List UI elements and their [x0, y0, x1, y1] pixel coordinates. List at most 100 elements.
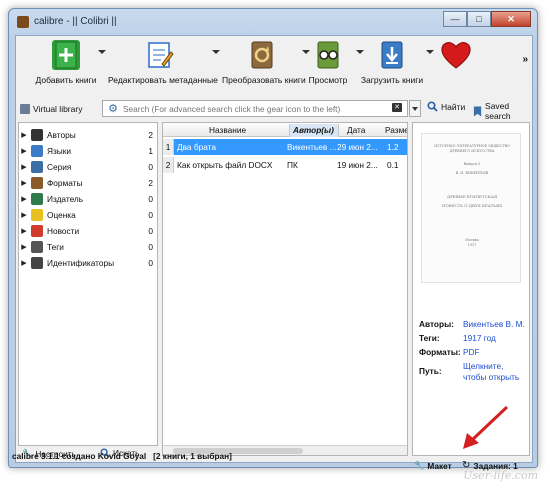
- main-client-area: Добавить книги Редактировать метаданные …: [15, 35, 533, 471]
- download-books-dropdown-arrow[interactable]: [426, 50, 434, 54]
- formats-icon: [31, 177, 43, 189]
- main-toolbar: Добавить книги Редактировать метаданные …: [16, 36, 532, 98]
- meta-authors-link[interactable]: Викентьев В. М.: [463, 319, 529, 329]
- calibre-window: calibre - || Colibri || — □ ✕ Добавить к…: [8, 8, 538, 471]
- status-bar: calibre 3.1.1 создано Kovid Goyal [2 кни…: [12, 451, 232, 461]
- tag-category-count: 0: [148, 162, 153, 172]
- cover-line: В. И. ВИКЕНТЬЕВ: [455, 171, 489, 175]
- download-books-label: Загрузить книги: [360, 75, 424, 85]
- add-books-dropdown-arrow[interactable]: [98, 50, 106, 54]
- tag-category-label: Издатель: [47, 194, 84, 204]
- convert-books-label: Преобразовать книги: [222, 75, 306, 85]
- title-bar[interactable]: calibre - || Colibri || — □ ✕: [9, 9, 537, 35]
- expand-arrow-icon[interactable]: ▶: [19, 195, 29, 203]
- find-button[interactable]: Найти: [427, 101, 465, 112]
- expand-arrow-icon[interactable]: ▶: [19, 163, 29, 171]
- add-book-icon: [52, 40, 80, 70]
- authors-icon: [31, 129, 43, 141]
- tag-category-1[interactable]: ▶ Языки 1: [19, 143, 157, 159]
- book-size-cell[interactable]: 1.2: [387, 142, 407, 152]
- tags-icon: [31, 241, 43, 253]
- tag-category-7[interactable]: ▶ Теги 0: [19, 239, 157, 255]
- tag-category-label: Идентификаторы: [47, 258, 115, 268]
- book-date-cell[interactable]: 19 июн 2...: [337, 160, 383, 170]
- tag-category-count: 0: [148, 258, 153, 268]
- view-button[interactable]: Просмотр: [306, 40, 350, 96]
- meta-tags: Теги: 1917 год: [419, 333, 529, 343]
- layout-button[interactable]: 🔧 Макет: [414, 460, 452, 471]
- minimize-button[interactable]: —: [443, 11, 467, 27]
- download-books-button[interactable]: Загрузить книги: [360, 40, 424, 96]
- search-history-dropdown[interactable]: [409, 100, 421, 117]
- edit-metadata-icon: [146, 40, 174, 70]
- expand-arrow-icon[interactable]: ▶: [19, 147, 29, 155]
- expand-arrow-icon[interactable]: ▶: [19, 227, 29, 235]
- tag-category-5[interactable]: ▶ Оценка 0: [19, 207, 157, 223]
- meta-tags-link[interactable]: 1917 год: [463, 333, 529, 343]
- cover-line: ДРЕВНЕГО ИСКУССТВА: [449, 149, 495, 153]
- tag-category-label: Форматы: [47, 178, 83, 188]
- edit-metadata-dropdown-arrow[interactable]: [212, 50, 220, 54]
- tag-category-label: Языки: [47, 146, 72, 156]
- expand-arrow-icon[interactable]: ▶: [19, 259, 29, 267]
- gear-icon[interactable]: ⚙: [106, 102, 120, 116]
- edit-metadata-button[interactable]: Редактировать метаданные: [108, 40, 218, 96]
- meta-key: Теги:: [419, 333, 440, 343]
- book-list: Название Автор(ы) Дата Размер ( 1Два бра…: [162, 122, 408, 456]
- tag-category-label: Авторы: [47, 130, 76, 140]
- tag-category-0[interactable]: ▶ Авторы 2: [19, 127, 157, 143]
- add-books-button[interactable]: Добавить книги: [30, 40, 102, 96]
- layout-label: Макет: [427, 460, 452, 471]
- calibre-app-icon: [17, 16, 29, 28]
- news-icon: [31, 225, 43, 237]
- book-row[interactable]: 1 Два брата Викентьев ... 29 июн 2... 1.2: [163, 139, 407, 155]
- tag-category-8[interactable]: ▶ Идентификаторы 0: [19, 255, 157, 271]
- cover-line: ДРЕВНЕ-ЕГИПЕТСКАЯ: [446, 194, 498, 199]
- column-header-size[interactable]: Размер (: [385, 125, 407, 135]
- virtual-library-button[interactable]: Virtual library: [20, 101, 82, 117]
- convert-books-button[interactable]: Преобразовать книги: [222, 40, 306, 96]
- meta-path-link[interactable]: Щелкните, чтобы открыть: [463, 361, 529, 383]
- row-number[interactable]: 2: [163, 157, 174, 173]
- expand-arrow-icon[interactable]: ▶: [19, 243, 29, 251]
- tag-category-count: 0: [148, 194, 153, 204]
- saved-search-button[interactable]: Saved search: [473, 101, 532, 121]
- meta-authors: Авторы: Викентьев В. М.: [419, 319, 529, 329]
- close-button[interactable]: ✕: [491, 11, 531, 27]
- tag-category-2[interactable]: ▶ Серия 0: [19, 159, 157, 175]
- window-controls: — □ ✕: [443, 11, 531, 27]
- expand-arrow-icon[interactable]: ▶: [19, 211, 29, 219]
- tag-category-label: Оценка: [47, 210, 76, 220]
- search-input[interactable]: [120, 103, 390, 114]
- book-row[interactable]: 2 Как открыть файл DOCX ПК 19 июн 2... 0.1: [163, 157, 407, 173]
- publisher-icon: [31, 193, 43, 205]
- tag-category-6[interactable]: ▶ Новости 0: [19, 223, 157, 239]
- row-number[interactable]: 1: [163, 139, 174, 155]
- book-title-cell[interactable]: Два брата: [177, 142, 285, 152]
- heart-icon: [440, 40, 472, 70]
- column-header-authors[interactable]: Автор(ы): [289, 124, 339, 137]
- view-book-icon: [314, 40, 342, 70]
- cover-line: 1917: [467, 243, 477, 247]
- maximize-button[interactable]: □: [467, 11, 491, 27]
- book-title-cell[interactable]: Как открыть файл DOCX: [177, 160, 285, 170]
- column-header-title[interactable]: Название: [209, 125, 246, 135]
- tag-category-3[interactable]: ▶ Форматы 2: [19, 175, 157, 191]
- meta-key: Путь:: [419, 366, 442, 376]
- rating-star-icon: [31, 209, 43, 221]
- search-box: ⚙: [102, 100, 408, 117]
- tag-category-4[interactable]: ▶ Издатель 0: [19, 191, 157, 207]
- expand-arrow-icon[interactable]: ▶: [19, 131, 29, 139]
- cover-text: ИСТОРИКО-ЛИТЕРАТУРНОЕ ОБЩЕСТВО ДРЕВНЕГО …: [428, 144, 516, 248]
- toolbar-overflow-button[interactable]: »: [522, 54, 528, 65]
- meta-formats-link[interactable]: PDF: [463, 347, 529, 357]
- book-size-cell[interactable]: 0.1: [387, 160, 407, 170]
- book-cover[interactable]: ИСТОРИКО-ЛИТЕРАТУРНОЕ ОБЩЕСТВО ДРЕВНЕГО …: [421, 133, 521, 283]
- search-icon: [427, 101, 438, 112]
- column-header-date[interactable]: Дата: [347, 125, 365, 135]
- book-date-cell[interactable]: 29 июн 2...: [337, 142, 383, 152]
- donate-button[interactable]: [436, 40, 476, 96]
- clear-search-icon[interactable]: ✕: [392, 103, 402, 112]
- expand-arrow-icon[interactable]: ▶: [19, 179, 29, 187]
- saved-search-label: Saved search: [485, 101, 511, 121]
